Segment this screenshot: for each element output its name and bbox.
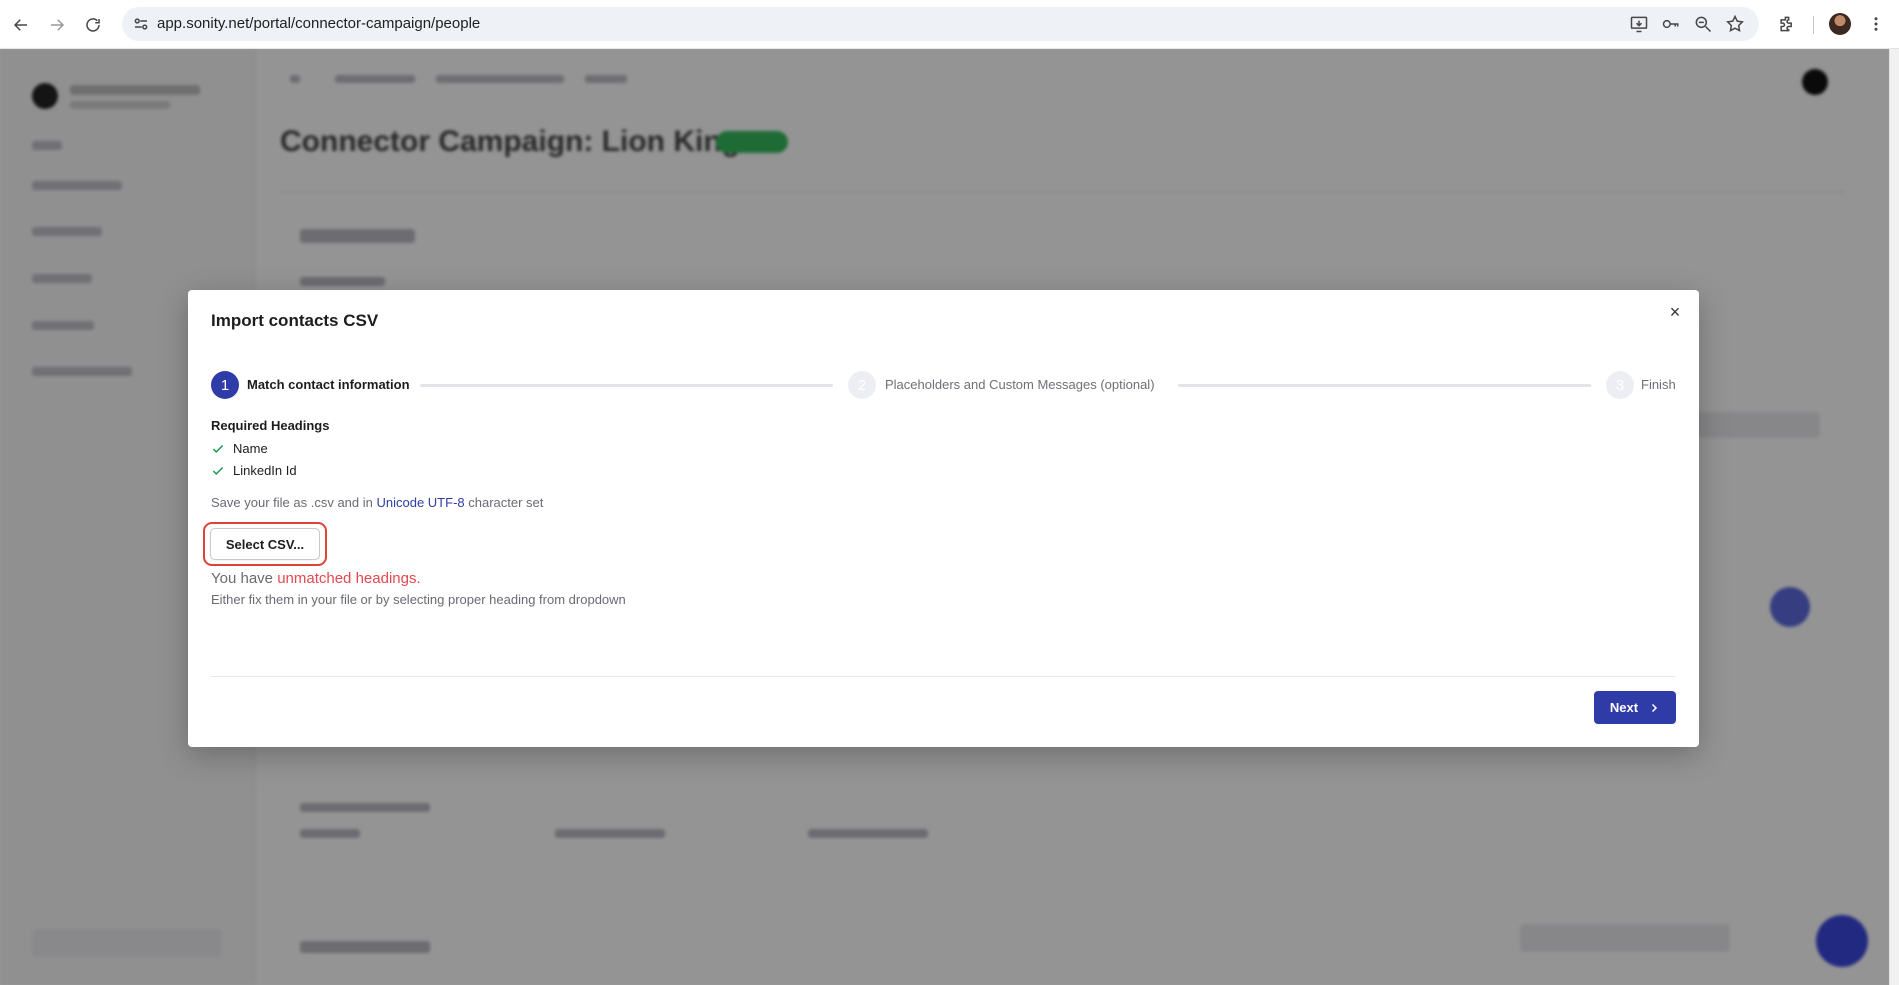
save-note-suffix: character set	[464, 495, 544, 510]
unmatched-headings-message: You have unmatched headings.	[211, 570, 421, 587]
step-3-label: Finish	[1641, 377, 1676, 392]
more-menu-icon[interactable]	[1864, 12, 1888, 36]
next-button[interactable]: Next	[1594, 691, 1676, 724]
unmatched-prefix: You have	[211, 570, 278, 587]
step-2-label: Placeholders and Custom Messages (option…	[885, 377, 1155, 392]
check-icon	[212, 466, 224, 475]
install-app-icon[interactable]	[1629, 14, 1649, 34]
import-stepper: 1 Match contact information 2 Placeholde…	[211, 371, 1676, 401]
save-format-note: Save your file as .csv and in Unicode UT…	[211, 495, 543, 510]
url-text[interactable]: app.sonity.net/portal/connector-campaign…	[157, 15, 480, 32]
check-icon	[212, 444, 224, 453]
required-heading-label: Name	[233, 441, 268, 456]
step-1-label: Match contact information	[247, 377, 410, 392]
site-settings-icon[interactable]	[132, 15, 150, 33]
step-connector	[420, 384, 833, 387]
import-contacts-modal: Import contacts CSV × 1 Match contact in…	[188, 290, 1699, 747]
browser-toolbar: app.sonity.net/portal/connector-campaign…	[0, 0, 1899, 49]
step-3-indicator: 3	[1606, 371, 1634, 399]
required-heading-item: LinkedIn Id	[211, 463, 297, 478]
unmatched-headings-highlight: unmatched headings	[277, 570, 417, 587]
extensions-icon[interactable]	[1775, 12, 1799, 36]
forward-icon[interactable]	[44, 12, 70, 38]
select-csv-button[interactable]: Select CSV...	[210, 528, 320, 560]
step-2-indicator: 2	[848, 371, 876, 399]
back-icon[interactable]	[8, 12, 34, 38]
unmatched-help-text: Either fix them in your file or by selec…	[211, 592, 626, 607]
modal-footer-divider	[211, 676, 1676, 677]
bookmark-star-icon[interactable]	[1725, 14, 1745, 34]
address-bar[interactable]: app.sonity.net/portal/connector-campaign…	[122, 7, 1759, 41]
page-scrollbar[interactable]	[1889, 49, 1899, 985]
profile-avatar[interactable]	[1829, 13, 1851, 35]
chevron-right-icon	[1652, 703, 1658, 712]
save-note-prefix: Save your file as .csv and in	[211, 495, 377, 510]
close-icon[interactable]: ×	[1665, 302, 1685, 322]
step-1-indicator: 1	[211, 371, 239, 399]
toolbar-separator	[1813, 16, 1814, 34]
step-connector	[1178, 384, 1591, 387]
required-heading-label: LinkedIn Id	[233, 463, 297, 478]
reload-icon[interactable]	[80, 12, 106, 38]
next-button-label: Next	[1609, 700, 1639, 715]
required-headings-title: Required Headings	[211, 418, 330, 433]
unmatched-suffix: .	[416, 570, 421, 587]
password-key-icon[interactable]	[1661, 14, 1681, 34]
required-heading-item: Name	[211, 441, 268, 456]
unicode-utf8-link[interactable]: Unicode UTF-8	[376, 495, 464, 510]
zoom-icon[interactable]	[1693, 14, 1713, 34]
modal-title: Import contacts CSV	[211, 311, 379, 330]
